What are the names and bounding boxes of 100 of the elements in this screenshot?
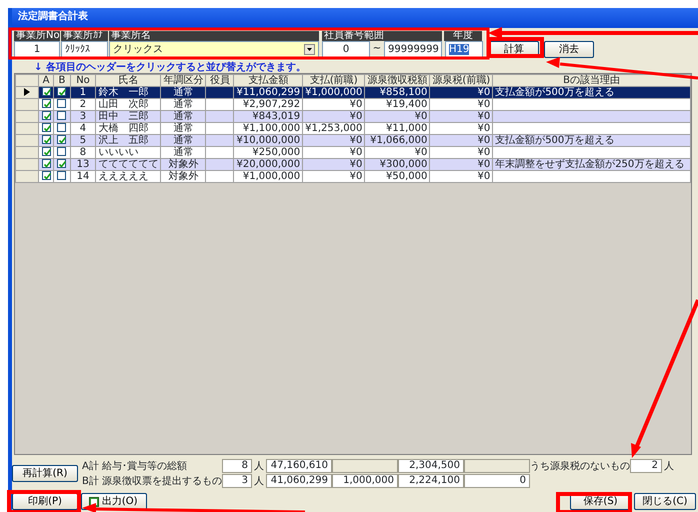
row-pointer-icon — [24, 88, 30, 96]
table-cell: ¥0 — [430, 122, 493, 134]
table-cell: ¥0 — [430, 146, 493, 158]
column-header[interactable]: No — [70, 74, 96, 86]
table-cell: 対象外 — [160, 170, 206, 182]
table-cell: ¥0 — [430, 134, 493, 146]
total-field: 41,060,299 — [266, 474, 332, 488]
unit-label: 人 — [253, 460, 265, 472]
range-from-field[interactable]: 0 — [322, 41, 370, 58]
unit-label: 人 — [663, 460, 675, 472]
table-cell: ¥250,000 — [234, 146, 303, 158]
column-header[interactable]: 支払(前職) — [302, 74, 365, 86]
table-cell: ¥0 — [364, 110, 430, 122]
checkbox[interactable] — [42, 147, 50, 156]
column-header[interactable]: 源泉徴収税額 — [364, 74, 430, 86]
table-row[interactable]: 8 いいいい 通常 ¥250,000 ¥0 ¥0 ¥0 — [16, 146, 690, 158]
table-cell: いいいい — [96, 146, 161, 158]
table-cell: ¥858,100 — [364, 86, 430, 98]
office-name-dropdown[interactable]: クリックス — [109, 41, 319, 58]
unit-label: 人 — [253, 476, 265, 486]
table-cell: 通常 — [160, 122, 206, 134]
table-row[interactable]: 1 鈴木 一郎 通常 ¥11,060,299 ¥1,000,000 ¥858,100 ¥0 支払金額が500万を超える — [16, 86, 690, 98]
table-cell: 沢上 五郎 — [96, 134, 161, 146]
table-row[interactable]: 13 てててててて 対象外 ¥20,000,000 ¥0 ¥300,000 ¥0 年末調整をせず支払金額が250万を超える — [16, 158, 690, 170]
checkbox[interactable] — [57, 99, 66, 108]
column-header[interactable]: 役員 — [206, 74, 234, 86]
table-cell: 通常 — [160, 98, 206, 110]
column-header[interactable]: 氏名 — [96, 74, 161, 86]
table-cell: 対象外 — [160, 158, 206, 170]
table-cell: 山田 次郎 — [96, 98, 161, 110]
table-cell: 通常 — [160, 134, 206, 146]
total-field: 47,160,610 — [266, 459, 332, 473]
table-cell: ¥0 — [430, 98, 493, 110]
table-cell: ¥11,000 — [364, 122, 430, 134]
checkbox[interactable] — [42, 111, 50, 120]
checkbox[interactable] — [57, 123, 66, 132]
checkbox[interactable] — [42, 87, 50, 96]
toolbar-button[interactable]: 閉じる(C) — [634, 493, 696, 510]
window-title: 法定調書合計表 — [12, 8, 698, 28]
field-label: 事業所ｶﾅ — [61, 31, 108, 41]
checkbox[interactable] — [42, 159, 50, 168]
checkbox[interactable] — [57, 159, 66, 168]
checkbox[interactable] — [57, 171, 66, 180]
table-cell: ¥0 — [302, 158, 365, 170]
table-cell: ¥0 — [302, 110, 365, 122]
table-cell: ¥0 — [302, 170, 365, 182]
table-cell: 田中 三郎 — [96, 110, 161, 122]
recalculate-button[interactable]: 再計算(R) — [12, 465, 78, 482]
table-row[interactable]: 3 田中 三郎 通常 ¥843,019 ¥0 ¥0 ¥0 — [16, 110, 690, 122]
table-cell: ¥0 — [430, 158, 493, 170]
table-row[interactable]: 2 山田 次郎 通常 ¥2,907,292 ¥0 ¥19,400 ¥0 — [16, 98, 690, 110]
total-field: 0 — [464, 474, 530, 488]
column-header[interactable]: B — [54, 74, 70, 86]
table-cell: 通常 — [160, 86, 206, 98]
table-cell: ¥843,019 — [234, 110, 303, 122]
table-cell: ¥0 — [364, 146, 430, 158]
table-cell: ¥1,000,000 — [302, 86, 365, 98]
checkbox[interactable] — [42, 123, 50, 132]
table-row[interactable]: 5 沢上 五郎 通常 ¥10,000,000 ¥0 ¥1,066,000 ¥0 支払金額が500万を超える — [16, 134, 690, 146]
total-field: 2,304,500 — [398, 459, 464, 473]
total-field: 3 — [222, 474, 252, 488]
dropdown-caret-icon — [304, 44, 315, 55]
checkbox[interactable] — [42, 171, 50, 180]
checkbox[interactable] — [42, 99, 50, 108]
checkbox[interactable] — [57, 87, 66, 96]
table-cell: ¥300,000 — [364, 158, 430, 170]
toolbar-button[interactable]: 印刷(P) — [12, 493, 78, 510]
column-header[interactable]: 源泉税(前職) — [430, 74, 493, 86]
total-field: 2,224,100 — [398, 474, 464, 488]
table-cell: 通常 — [160, 146, 206, 158]
table-row[interactable]: 14 えええええ 対象外 ¥1,000,000 ¥0 ¥50,000 ¥0 — [16, 170, 690, 182]
year-field[interactable]: H19 — [445, 41, 483, 58]
checkbox[interactable] — [42, 135, 50, 144]
hint-text: ↓ 各項目のヘッダーをクリックすると並び替えができます。 — [34, 60, 306, 73]
checkbox[interactable] — [57, 111, 66, 120]
checkbox[interactable] — [57, 147, 66, 156]
checkbox[interactable] — [57, 135, 66, 144]
table-row[interactable]: 4 大橋 四郎 通常 ¥1,100,000 ¥1,253,000 ¥11,000 ¥0 — [16, 122, 690, 134]
field-label: 事業所名 — [109, 31, 319, 41]
column-header[interactable]: 年調区分 — [160, 74, 206, 86]
table-cell: ¥11,060,299 — [234, 86, 303, 98]
column-header[interactable]: 支払金額 — [234, 74, 303, 86]
table-cell: ¥50,000 — [364, 170, 430, 182]
clear-button[interactable]: 消去 — [544, 41, 594, 58]
table-cell: ¥19,400 — [364, 98, 430, 110]
range-separator: ~ — [372, 42, 382, 56]
table-cell: ¥1,253,000 — [302, 122, 365, 134]
office-number-field[interactable]: 1 — [14, 41, 60, 58]
range-to-field[interactable]: 99999999 — [384, 41, 442, 58]
total-label: うち源泉税のないもの — [530, 460, 630, 472]
table-cell: ¥0 — [302, 146, 365, 158]
total-field: 8 — [222, 459, 252, 473]
office-kana-field[interactable]: ｸﾘｯｸｽ — [61, 41, 108, 58]
column-header[interactable]: A — [38, 74, 54, 86]
table-cell: 大橋 四郎 — [96, 122, 161, 134]
table-cell: ¥1,000,000 — [234, 170, 303, 182]
table-cell: てててててて — [96, 158, 161, 170]
total-label: B計 源泉徴収票を提出するもの — [82, 476, 222, 486]
table-cell: ¥0 — [430, 110, 493, 122]
column-header[interactable]: Bの該当理由 — [492, 74, 690, 86]
